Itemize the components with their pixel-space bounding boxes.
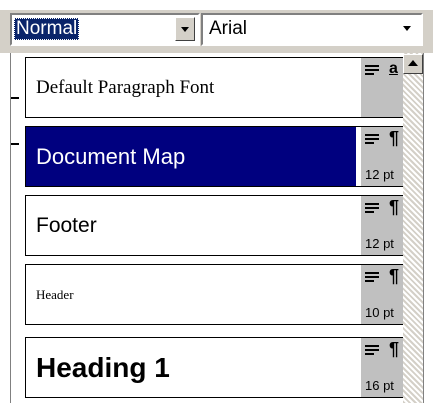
style-item-heading-1[interactable]: Heading 1 ¶ 16 pt xyxy=(25,337,411,398)
style-item-document-map[interactable]: Document Map ¶ 12 pt xyxy=(25,126,411,187)
style-item-header[interactable]: Header ¶ 10 pt xyxy=(25,264,411,325)
align-left-icon xyxy=(365,345,379,357)
style-item-size: 12 pt xyxy=(365,236,394,251)
style-item-label: Footer xyxy=(36,213,97,237)
font-combo-value[interactable]: Arial xyxy=(209,18,247,40)
chevron-down-icon xyxy=(403,26,411,31)
align-left-icon xyxy=(365,134,379,146)
scroll-up-button[interactable] xyxy=(403,54,423,74)
chevron-down-icon xyxy=(181,27,189,32)
divider xyxy=(11,97,19,99)
align-left-icon xyxy=(365,65,379,77)
style-item-size: 16 pt xyxy=(365,378,394,393)
style-item-footer[interactable]: Footer ¶ 12 pt xyxy=(25,195,411,256)
vertical-scrollbar[interactable] xyxy=(403,53,423,403)
paragraph-mark-icon: ¶ xyxy=(389,266,400,286)
style-item-size: 10 pt xyxy=(365,305,394,320)
arrow-up-icon xyxy=(408,60,418,66)
style-dropdown-button[interactable] xyxy=(175,17,195,41)
style-item-label: Header xyxy=(36,286,74,302)
style-item-label: Heading 1 xyxy=(36,351,170,383)
style-item-size: 12 pt xyxy=(365,167,394,182)
formatting-toolbar: Normal Arial xyxy=(0,0,433,53)
paragraph-mark-icon: ¶ xyxy=(389,197,400,217)
style-dropdown-list: Default Paragraph Font a Document Map ¶ … xyxy=(10,53,424,403)
style-item-label: Default Paragraph Font xyxy=(36,76,215,98)
align-left-icon xyxy=(365,203,379,215)
font-combo[interactable]: Arial xyxy=(201,13,423,46)
divider xyxy=(11,143,19,145)
align-left-icon xyxy=(365,272,379,284)
style-combo[interactable]: Normal xyxy=(10,13,200,46)
paragraph-mark-icon: ¶ xyxy=(389,339,400,359)
character-style-icon: a xyxy=(389,60,398,77)
style-item-default-paragraph-font[interactable]: Default Paragraph Font a xyxy=(25,57,411,118)
style-item-label: Document Map xyxy=(36,143,186,169)
paragraph-mark-icon: ¶ xyxy=(389,128,400,148)
font-dropdown-button[interactable] xyxy=(398,17,418,41)
style-combo-value[interactable]: Normal xyxy=(14,18,80,40)
toolbar-top-edge xyxy=(0,0,433,10)
